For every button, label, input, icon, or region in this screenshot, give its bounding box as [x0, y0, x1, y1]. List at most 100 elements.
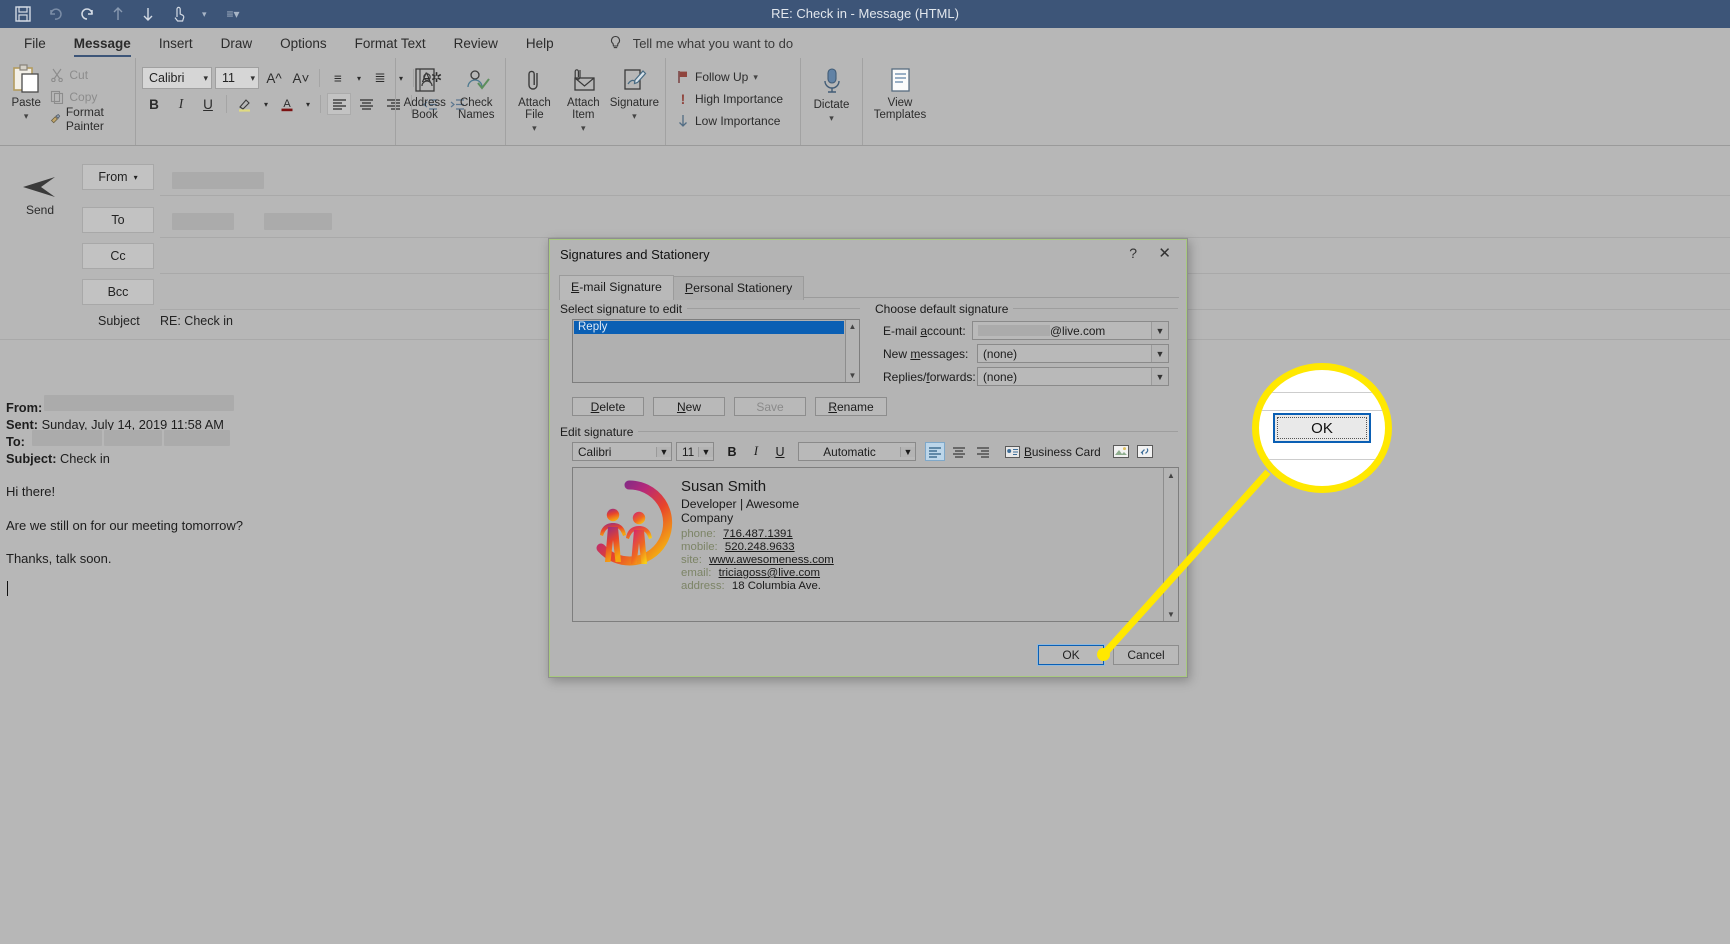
low-importance-button[interactable]: Low Importance	[672, 110, 784, 132]
bullets-icon[interactable]: ≡	[326, 67, 350, 89]
up-icon[interactable]	[110, 5, 126, 23]
subject-value[interactable]: RE: Check in	[160, 314, 233, 328]
chevron-down-icon[interactable]: ▾	[203, 73, 208, 84]
business-card-button[interactable]: Business Card	[1005, 445, 1101, 459]
hyperlink-icon[interactable]	[1135, 442, 1155, 461]
align-left-icon[interactable]	[327, 93, 351, 115]
shrink-font-icon[interactable]: A˅	[289, 67, 313, 89]
help-icon[interactable]: ?	[1129, 245, 1137, 261]
dictate-button[interactable]: Dictate ▾	[807, 65, 856, 124]
attach-item-button[interactable]: Attach Item ▾	[561, 65, 606, 134]
underline-icon[interactable]: U	[196, 93, 220, 115]
sig-font-size-combo[interactable]: 11 ▼	[676, 442, 714, 461]
cc-button[interactable]: Cc	[82, 243, 154, 269]
italic-icon[interactable]: I	[169, 93, 193, 115]
ribbon-tab-bar[interactable]: File Message Insert Draw Options Format …	[0, 28, 1730, 58]
signature-site-value[interactable]: www.awesomeness.com	[709, 554, 834, 566]
chevron-down-icon[interactable]: ▾	[260, 93, 272, 115]
signature-list-item-reply[interactable]: Reply	[574, 321, 844, 334]
tab-draw[interactable]: Draw	[207, 32, 267, 55]
customize-qat-icon[interactable]: ≡▾	[227, 7, 240, 21]
bcc-button[interactable]: Bcc	[82, 279, 154, 305]
check-names-button[interactable]: Check Names	[454, 65, 500, 121]
undo-icon[interactable]	[46, 5, 64, 23]
cut-button[interactable]: Cut	[46, 64, 129, 86]
font-size-combo[interactable]: 11 ▾	[215, 67, 259, 89]
numbering-icon[interactable]: ≣	[368, 67, 392, 89]
touch-mode-icon[interactable]	[170, 5, 188, 23]
scroll-up-icon[interactable]: ▲	[1164, 468, 1178, 482]
signature-email-value[interactable]: triciagoss@live.com	[719, 567, 820, 579]
chevron-down-icon[interactable]: ▾	[353, 67, 365, 89]
dialog-tabs[interactable]: E-mail Signature Personal Stationery	[559, 275, 803, 300]
chevron-down-icon[interactable]: ▾	[532, 123, 537, 134]
attach-file-button[interactable]: Attach File ▾	[512, 65, 557, 134]
signature-phone-value[interactable]: 716.487.1391	[723, 528, 793, 540]
chevron-down-icon[interactable]: ▼	[900, 447, 915, 457]
close-icon[interactable]: ✕	[1158, 244, 1171, 262]
email-account-dropdown[interactable]: @live.com ▼	[972, 321, 1169, 340]
chevron-down-icon[interactable]: ▾	[829, 113, 834, 124]
chevron-down-icon[interactable]: ▾	[134, 173, 138, 182]
chevron-down-icon[interactable]: ▾	[24, 111, 29, 122]
sig-bold-button[interactable]: B	[722, 442, 742, 461]
chevron-down-icon[interactable]: ▾	[250, 73, 255, 84]
bold-icon[interactable]: B	[142, 93, 166, 115]
font-color-icon[interactable]: A	[275, 93, 299, 115]
tab-message[interactable]: Message	[60, 32, 145, 55]
sig-font-color-combo[interactable]: Automatic ▼	[798, 442, 916, 461]
signature-area-scrollbar[interactable]: ▲ ▼	[1163, 468, 1178, 621]
save-icon[interactable]	[14, 5, 32, 23]
grow-font-icon[interactable]: A^	[262, 67, 286, 89]
sig-underline-button[interactable]: U	[770, 442, 790, 461]
window-controls[interactable]	[1670, 0, 1722, 28]
from-button[interactable]: From ▾	[82, 164, 154, 190]
paste-button[interactable]: Paste ▾	[6, 61, 46, 122]
signature-list-scrollbar[interactable]: ▲ ▼	[845, 320, 859, 382]
follow-up-button[interactable]: Follow Up ▾	[672, 66, 762, 88]
align-left-icon[interactable]	[925, 442, 945, 461]
picture-icon[interactable]	[1111, 442, 1131, 461]
signature-edit-toolbar[interactable]: Calibri ▼ 11 ▼ B I U Automatic ▼	[572, 442, 1155, 461]
down-icon[interactable]	[140, 5, 156, 23]
chevron-down-icon[interactable]: ▾	[581, 123, 586, 134]
sig-font-family-combo[interactable]: Calibri ▼	[572, 442, 672, 461]
signature-edit-area[interactable]: Susan Smith Developer | Awesome Company …	[572, 467, 1179, 622]
tell-me-search[interactable]: Tell me what you want to do	[608, 35, 793, 51]
chevron-down-icon[interactable]: ▾	[202, 9, 207, 20]
new-messages-dropdown[interactable]: (none) ▼	[977, 344, 1169, 363]
sig-italic-button[interactable]: I	[746, 442, 766, 461]
align-center-icon[interactable]	[354, 93, 378, 115]
send-button[interactable]: Send	[12, 164, 68, 226]
chevron-down-icon[interactable]: ▼	[698, 447, 713, 457]
chevron-down-icon[interactable]: ▼	[1151, 345, 1168, 362]
to-button[interactable]: To	[82, 207, 154, 233]
chevron-down-icon[interactable]: ▼	[1151, 322, 1168, 339]
tab-file[interactable]: File	[10, 32, 60, 55]
high-importance-button[interactable]: ! High Importance	[672, 88, 787, 110]
tab-personal-stationery[interactable]: Personal Stationery	[673, 276, 804, 300]
format-painter-button[interactable]: Format Painter	[46, 108, 129, 130]
rename-signature-button[interactable]: Rename	[815, 397, 887, 416]
tab-email-signature[interactable]: E-mail Signature	[559, 275, 674, 300]
scroll-down-icon[interactable]: ▼	[846, 369, 859, 382]
chevron-down-icon[interactable]: ▾	[753, 72, 758, 83]
view-templates-button[interactable]: View Templates	[869, 65, 931, 121]
new-signature-button[interactable]: New	[653, 397, 725, 416]
tab-help[interactable]: Help	[512, 32, 568, 55]
font-family-combo[interactable]: Calibri ▾	[142, 67, 212, 89]
align-right-icon[interactable]	[973, 442, 993, 461]
signature-button[interactable]: Signature ▾	[610, 65, 659, 122]
signature-list[interactable]: Reply ▲ ▼	[572, 319, 860, 383]
scroll-down-icon[interactable]: ▼	[1164, 607, 1178, 621]
signature-mobile-value[interactable]: 520.248.9633	[725, 541, 795, 553]
redo-icon[interactable]	[78, 5, 96, 23]
tab-insert[interactable]: Insert	[145, 32, 207, 55]
replies-forwards-dropdown[interactable]: (none) ▼	[977, 367, 1169, 386]
chevron-down-icon[interactable]: ▾	[632, 111, 637, 122]
tab-format-text[interactable]: Format Text	[341, 32, 440, 55]
tab-review[interactable]: Review	[440, 32, 512, 55]
address-book-button[interactable]: Address Book	[402, 65, 448, 121]
delete-signature-button[interactable]: Delete	[572, 397, 644, 416]
align-center-icon[interactable]	[949, 442, 969, 461]
